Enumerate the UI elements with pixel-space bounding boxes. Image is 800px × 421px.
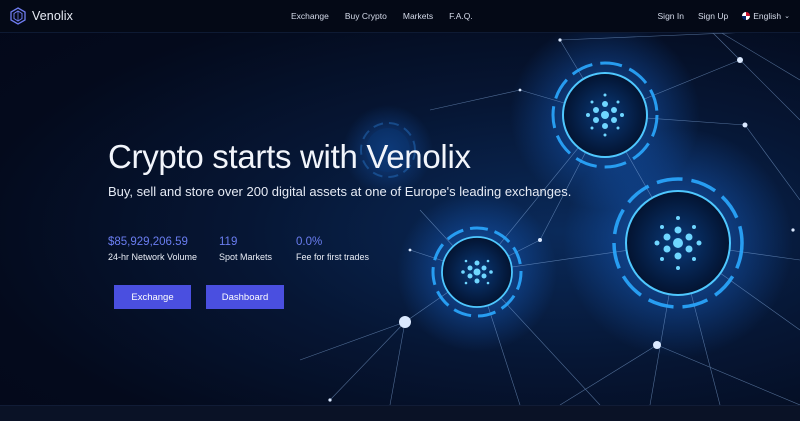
stat-label: 24-hr Network Volume [108, 252, 198, 262]
venolix-hexagon-logo-icon [10, 7, 26, 25]
bottom-strip [0, 405, 800, 421]
nav-link-buy-crypto[interactable]: Buy Crypto [345, 11, 387, 21]
dashboard-button[interactable]: Dashboard [206, 285, 284, 309]
network-background [299, 18, 800, 406]
sign-in-link[interactable]: Sign In [658, 11, 684, 21]
nav-link-exchange[interactable]: Exchange [291, 11, 329, 21]
language-selector[interactable]: English ⌄ [742, 11, 790, 21]
account-menu: Sign In Sign Up English ⌄ [658, 11, 790, 21]
nav-link-markets[interactable]: Markets [403, 11, 433, 21]
brand-logo[interactable]: Venolix [10, 7, 73, 25]
nav-link-faq[interactable]: F.A.Q. [449, 11, 473, 21]
stat-value: $85,929,206.59 [108, 236, 188, 248]
chevron-down-icon: ⌄ [784, 13, 790, 20]
stat-network-volume: $85,929,206.59 24-hr Network Volume [108, 236, 219, 262]
top-navigation: Venolix Exchange Buy Crypto Markets F.A.… [0, 0, 800, 33]
stat-spot-markets: 119 Spot Markets [219, 236, 296, 262]
stat-fee: 0.0% Fee for first trades [296, 236, 369, 262]
uk-flag-icon [742, 12, 751, 20]
stat-value: 0.0% [296, 236, 323, 248]
hero-title: Crypto starts with Venolix [108, 138, 471, 175]
language-label: English [753, 11, 782, 21]
main-menu: Exchange Buy Crypto Markets F.A.Q. [291, 11, 473, 21]
stat-value: 119 [219, 236, 238, 248]
stat-label: Fee for first trades [296, 252, 370, 262]
hero-subtitle: Buy, sell and store over 200 digital ass… [108, 184, 572, 199]
landing-page: Venolix Exchange Buy Crypto Markets F.A.… [0, 0, 800, 421]
stats-row: $85,929,206.59 24-hr Network Volume 119 … [108, 236, 369, 262]
sign-up-link[interactable]: Sign Up [698, 11, 728, 21]
stat-label: Spot Markets [219, 252, 273, 262]
cardano-coin-icon [612, 177, 744, 309]
hero-actions: Exchange Dashboard [114, 285, 284, 309]
exchange-button[interactable]: Exchange [114, 285, 191, 309]
brand-name: Venolix [32, 9, 74, 23]
